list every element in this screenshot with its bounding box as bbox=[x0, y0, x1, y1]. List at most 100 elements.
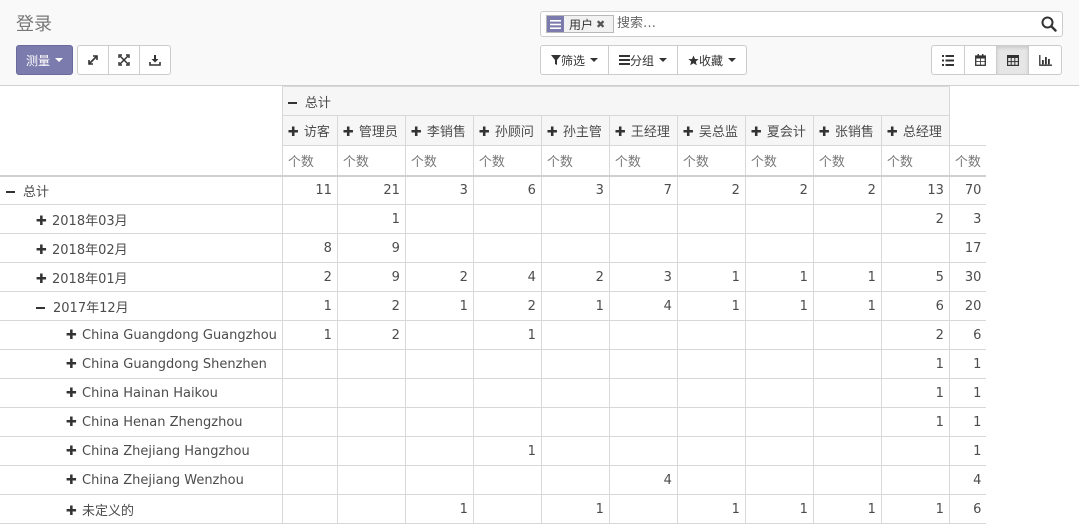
pivot-cell[interactable]: 1 bbox=[812, 262, 882, 292]
pivot-cell[interactable] bbox=[676, 349, 746, 379]
measures-button[interactable]: 测量 bbox=[16, 45, 73, 75]
pivot-cell[interactable]: 2 bbox=[336, 320, 406, 350]
pivot-cell[interactable] bbox=[812, 436, 882, 466]
row-header[interactable]: 2017年12月 bbox=[0, 291, 283, 321]
pivot-cell[interactable]: 2 bbox=[404, 262, 474, 292]
search-facet[interactable]: 用户 ✖ bbox=[546, 15, 614, 33]
expand-icon[interactable]: ✚ bbox=[66, 473, 77, 488]
pivot-cell[interactable] bbox=[676, 378, 746, 408]
pivot-cell[interactable] bbox=[404, 407, 474, 437]
pivot-cell[interactable] bbox=[812, 465, 882, 495]
pivot-cell[interactable] bbox=[404, 465, 474, 495]
pivot-cell[interactable] bbox=[336, 349, 406, 379]
pivot-cell[interactable] bbox=[540, 465, 610, 495]
pivot-cell[interactable] bbox=[744, 233, 814, 263]
pivot-cell[interactable] bbox=[404, 436, 474, 466]
pivot-cell[interactable]: 13 bbox=[880, 174, 950, 205]
expand-icon[interactable]: ✚ bbox=[66, 386, 77, 401]
pivot-cell[interactable]: 1 bbox=[880, 407, 950, 437]
pivot-cell[interactable]: 4 bbox=[608, 291, 678, 321]
pivot-cell[interactable] bbox=[281, 204, 338, 234]
pivot-cell[interactable]: 1 bbox=[404, 494, 474, 524]
pivot-cell[interactable] bbox=[281, 465, 338, 495]
pivot-cell[interactable]: 1 bbox=[336, 204, 406, 234]
pivot-cell[interactable]: 2 bbox=[744, 174, 814, 205]
pivot-cell[interactable] bbox=[676, 436, 746, 466]
pivot-cell[interactable] bbox=[540, 320, 610, 350]
pivot-cell[interactable] bbox=[336, 378, 406, 408]
pivot-cell[interactable] bbox=[812, 407, 882, 437]
pivot-cell[interactable]: 1 bbox=[472, 320, 542, 350]
pivot-cell[interactable] bbox=[744, 349, 814, 379]
pivot-cell[interactable]: 3 bbox=[404, 174, 474, 205]
pivot-cell[interactable] bbox=[676, 204, 746, 234]
pivot-cell[interactable] bbox=[608, 320, 678, 350]
pivot-cell[interactable]: 8 bbox=[281, 233, 338, 263]
expand-icon[interactable]: ✚ bbox=[66, 444, 77, 459]
col-header-7[interactable]: ✚ 夏会计 bbox=[744, 115, 814, 146]
expand-icon[interactable]: ✚ bbox=[36, 214, 47, 229]
pivot-cell[interactable] bbox=[812, 204, 882, 234]
measure-header[interactable]: 个数 bbox=[608, 145, 678, 176]
pivot-cell[interactable]: 2 bbox=[812, 174, 882, 205]
pivot-cell[interactable] bbox=[281, 436, 338, 466]
pivot-cell[interactable] bbox=[608, 349, 678, 379]
pivot-cell[interactable]: 6 bbox=[880, 291, 950, 321]
expand-icon[interactable]: ✚ bbox=[36, 272, 47, 287]
pivot-row-total[interactable]: 30 bbox=[948, 262, 987, 292]
pivot-cell[interactable]: 11 bbox=[281, 174, 338, 205]
facet-remove-icon[interactable]: ✖ bbox=[596, 18, 605, 31]
expand-icon[interactable]: ✚ bbox=[751, 125, 762, 140]
measure-header[interactable]: 个数 bbox=[281, 145, 338, 176]
pivot-cell[interactable] bbox=[404, 233, 474, 263]
pivot-row-total[interactable]: 1 bbox=[948, 407, 987, 437]
pivot-cell[interactable] bbox=[472, 233, 542, 263]
row-header[interactable]: ✚ 未定义的 bbox=[0, 494, 283, 524]
pivot-cell[interactable]: 1 bbox=[880, 494, 950, 524]
row-header[interactable]: 总计 bbox=[0, 174, 283, 205]
pivot-cell[interactable]: 4 bbox=[608, 465, 678, 495]
pivot-cell[interactable]: 1 bbox=[540, 494, 610, 524]
pivot-cell[interactable] bbox=[472, 349, 542, 379]
pivot-cell[interactable] bbox=[540, 407, 610, 437]
pivot-row-total[interactable]: 1 bbox=[948, 436, 987, 466]
expand-icon[interactable]: ✚ bbox=[66, 415, 77, 430]
pivot-cell[interactable] bbox=[608, 233, 678, 263]
pivot-cell[interactable] bbox=[880, 436, 950, 466]
pivot-cell[interactable] bbox=[281, 378, 338, 408]
measure-header[interactable]: 个数 bbox=[880, 145, 950, 176]
pivot-cell[interactable] bbox=[404, 349, 474, 379]
pivot-cell[interactable] bbox=[404, 320, 474, 350]
pivot-cell[interactable]: 9 bbox=[336, 233, 406, 263]
list-view-button[interactable] bbox=[931, 45, 965, 75]
row-header[interactable]: ✚ China Guangdong Shenzhen bbox=[0, 349, 283, 379]
measure-header[interactable]: 个数 bbox=[676, 145, 746, 176]
measure-header[interactable]: 个数 bbox=[948, 145, 987, 176]
pivot-cell[interactable]: 1 bbox=[744, 494, 814, 524]
collapse-icon[interactable] bbox=[36, 307, 45, 309]
expand-icon[interactable]: ✚ bbox=[615, 125, 626, 140]
pivot-cell[interactable]: 1 bbox=[540, 291, 610, 321]
calendar-view-button[interactable] bbox=[964, 45, 997, 75]
pivot-cell[interactable]: 1 bbox=[472, 436, 542, 466]
expand-icon[interactable]: ✚ bbox=[66, 504, 77, 519]
groupby-button[interactable]: 分组 bbox=[608, 45, 678, 75]
pivot-cell[interactable]: 1 bbox=[880, 349, 950, 379]
expand-icon[interactable]: ✚ bbox=[66, 328, 77, 343]
pivot-cell[interactable] bbox=[540, 204, 610, 234]
pivot-cell[interactable]: 6 bbox=[472, 174, 542, 205]
pivot-cell[interactable] bbox=[608, 378, 678, 408]
pivot-cell[interactable]: 1 bbox=[404, 291, 474, 321]
pivot-cell[interactable] bbox=[812, 349, 882, 379]
pivot-cell[interactable] bbox=[404, 204, 474, 234]
measure-header[interactable]: 个数 bbox=[336, 145, 406, 176]
col-header-1[interactable]: ✚ 管理员 bbox=[336, 115, 406, 146]
expand-all-button[interactable] bbox=[108, 45, 140, 75]
expand-icon[interactable]: ✚ bbox=[66, 357, 77, 372]
pivot-cell[interactable]: 5 bbox=[880, 262, 950, 292]
pivot-cell[interactable] bbox=[540, 436, 610, 466]
row-header[interactable]: ✚ China Hainan Haikou bbox=[0, 378, 283, 408]
pivot-cell[interactable] bbox=[472, 378, 542, 408]
col-header-0[interactable]: ✚ 访客 bbox=[281, 115, 338, 146]
expand-icon[interactable]: ✚ bbox=[547, 125, 558, 140]
